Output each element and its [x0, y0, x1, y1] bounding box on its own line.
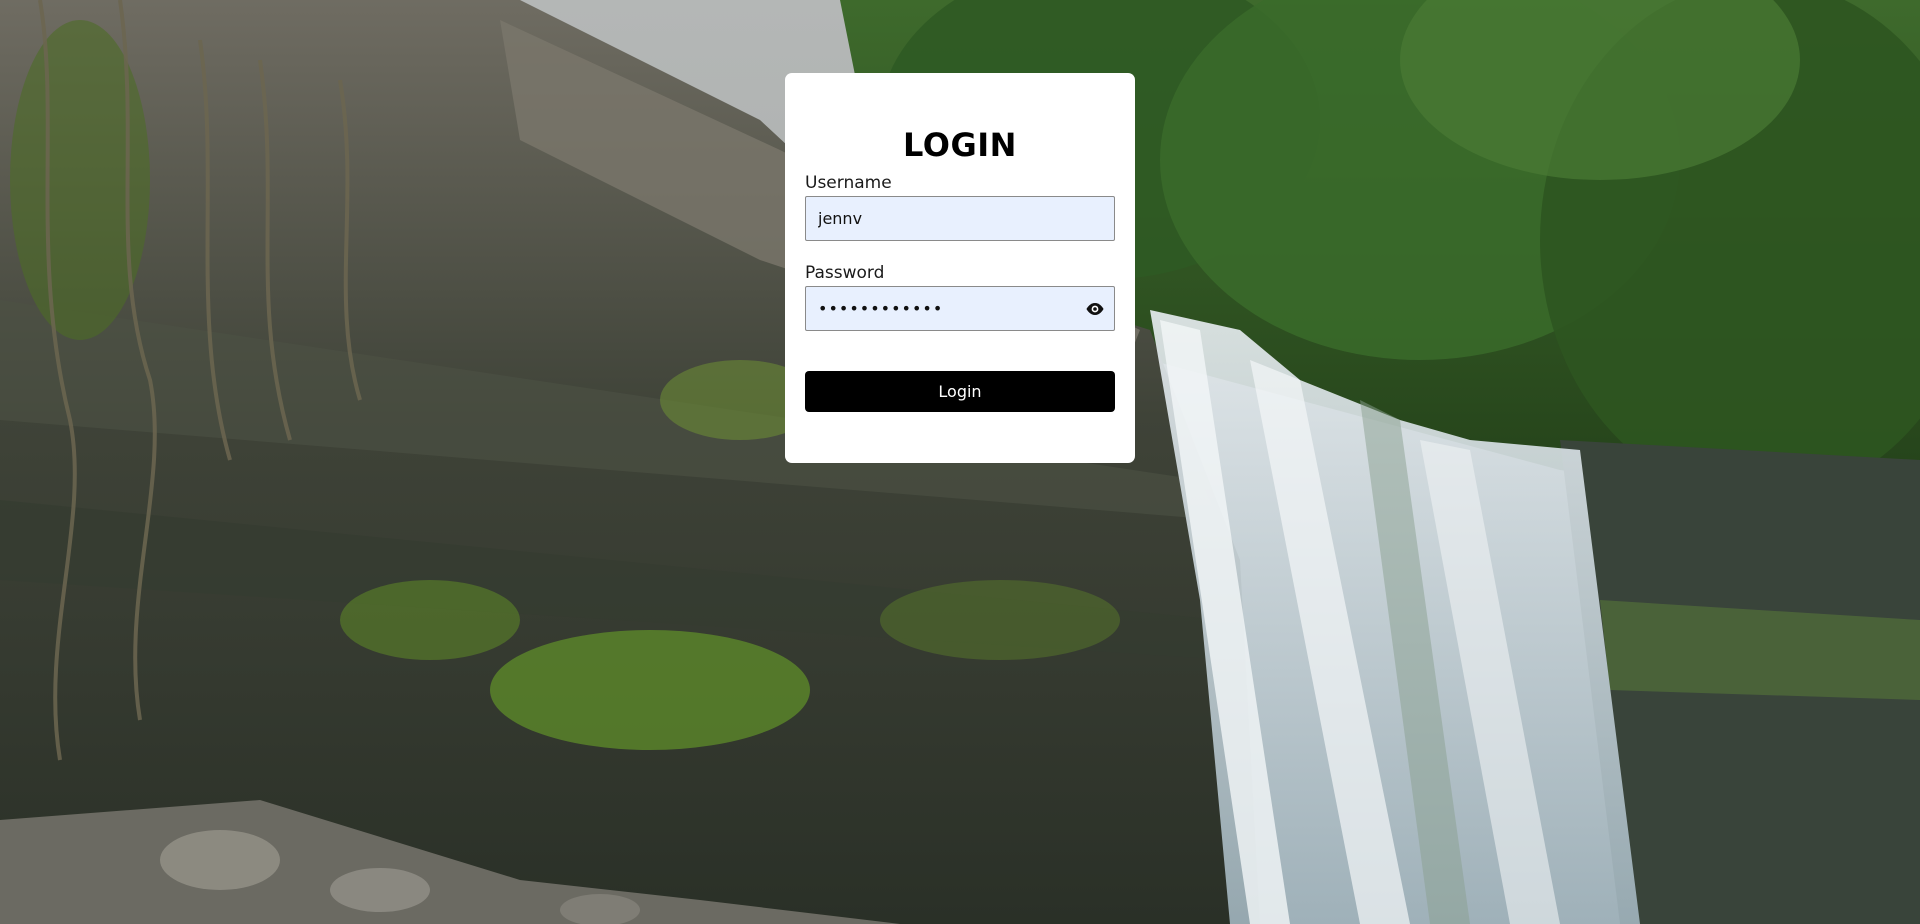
username-input[interactable]	[805, 196, 1115, 241]
eye-icon[interactable]	[1085, 299, 1105, 319]
login-title: LOGIN	[903, 126, 1017, 164]
username-label: Username	[805, 173, 892, 193]
login-button[interactable]: Login	[805, 371, 1115, 412]
password-label: Password	[805, 263, 885, 283]
login-card: LOGIN Username Password Login	[785, 73, 1135, 463]
password-input[interactable]	[805, 286, 1115, 331]
